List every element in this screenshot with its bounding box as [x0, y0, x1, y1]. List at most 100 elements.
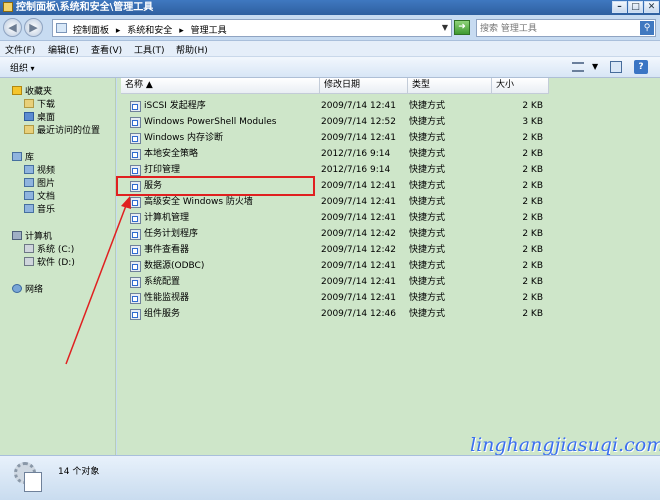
file-row[interactable]: 性能监视器 2009/7/14 12:41 快捷方式 2 KB	[117, 290, 660, 306]
file-row[interactable]: 系统配置 2009/7/14 12:41 快捷方式 2 KB	[117, 274, 660, 290]
refresh-button[interactable]: ➜	[454, 20, 470, 35]
file-type: 快捷方式	[409, 213, 446, 223]
nav-label: 桌面	[37, 113, 56, 123]
column-header-date[interactable]: 修改日期	[320, 78, 408, 94]
file-row[interactable]: 本地安全策略 2012/7/16 9:14 快捷方式 2 KB	[117, 146, 660, 162]
forward-button[interactable]: ▶	[24, 18, 43, 37]
nav-music[interactable]: 音乐	[24, 204, 55, 216]
file-size: 2 KB	[522, 197, 543, 207]
nav-documents[interactable]: 文档	[24, 191, 55, 203]
document-icon	[24, 472, 42, 492]
file-row[interactable]: 高级安全 Windows 防火墙 2009/7/14 12:41 快捷方式 2 KB	[117, 194, 660, 210]
file-date: 2009/7/14 12:41	[321, 197, 396, 207]
file-date: 2009/7/14 12:41	[321, 277, 396, 287]
address-row: ◀ ▶ 控制面板 ▸ 系统和安全 ▸ 管理工具 ▼ ➜ ⚲	[0, 15, 660, 41]
address-bar[interactable]: 控制面板 ▸ 系统和安全 ▸ 管理工具 ▼	[52, 19, 452, 37]
nav-label: 软件 (D:)	[37, 258, 75, 268]
file-type: 快捷方式	[409, 165, 446, 175]
file-row[interactable]: 组件服务 2009/7/14 12:46 快捷方式 2 KB	[117, 306, 660, 322]
file-type: 快捷方式	[409, 309, 446, 319]
nav-label: 音乐	[37, 205, 56, 215]
views-icon[interactable]	[572, 62, 584, 72]
nav-favorites[interactable]: 收藏夹	[12, 86, 52, 98]
file-row[interactable]: 数据源(ODBC) 2009/7/14 12:41 快捷方式 2 KB	[117, 258, 660, 274]
file-row[interactable]: Windows PowerShell Modules 2009/7/14 12:5…	[117, 114, 660, 130]
chevron-down-icon[interactable]: ▼	[592, 62, 598, 71]
file-name: 事件查看器	[144, 245, 190, 255]
back-button[interactable]: ◀	[3, 18, 22, 37]
file-row[interactable]: 事件查看器 2009/7/14 12:42 快捷方式 2 KB	[117, 242, 660, 258]
drive-icon	[24, 244, 34, 253]
help-icon[interactable]: ?	[634, 60, 648, 74]
breadcrumb-separator[interactable]: ▸	[116, 26, 121, 36]
menu-edit[interactable]: 编辑(E)	[48, 43, 79, 56]
nav-label: 收藏夹	[25, 87, 53, 97]
preview-pane-icon[interactable]	[610, 61, 622, 73]
file-row[interactable]: 计算机管理 2009/7/14 12:41 快捷方式 2 KB	[117, 210, 660, 226]
breadcrumb-system-security[interactable]: 系统和安全	[127, 26, 172, 36]
nav-network[interactable]: 网络	[12, 284, 43, 296]
menu-view[interactable]: 查看(V)	[91, 43, 122, 56]
file-date: 2009/7/14 12:41	[321, 293, 396, 303]
library-icon	[12, 152, 22, 161]
video-icon	[24, 165, 34, 174]
nav-pictures[interactable]: 图片	[24, 178, 55, 190]
search-input[interactable]	[480, 22, 630, 35]
file-size: 2 KB	[522, 229, 543, 239]
computer-icon	[12, 231, 22, 240]
item-count: 14 个对象	[58, 467, 100, 477]
folder-icon	[3, 2, 13, 12]
file-size: 3 KB	[522, 117, 543, 127]
search-box[interactable]: ⚲	[476, 19, 656, 37]
nav-label: 最近访问的位置	[37, 126, 101, 136]
file-row[interactable]: Windows 内存诊断 2009/7/14 12:41 快捷方式 2 KB	[117, 130, 660, 146]
file-name: 组件服务	[144, 309, 181, 319]
file-row[interactable]: iSCSI 发起程序 2009/7/14 12:41 快捷方式 2 KB	[117, 98, 660, 114]
nav-computer[interactable]: 计算机	[12, 231, 52, 243]
file-type: 快捷方式	[409, 261, 446, 271]
breadcrumb-control-panel[interactable]: 控制面板	[73, 26, 109, 36]
file-type: 快捷方式	[409, 181, 446, 191]
music-icon	[24, 204, 34, 213]
shortcut-icon	[130, 101, 141, 112]
minimize-button[interactable]: –	[612, 1, 627, 13]
nav-recent[interactable]: 最近访问的位置	[24, 125, 100, 137]
details-pane: 14 个对象	[0, 455, 660, 500]
file-size: 2 KB	[522, 309, 543, 319]
chevron-down-icon[interactable]: ▼	[442, 23, 448, 32]
file-type: 快捷方式	[409, 197, 446, 207]
nav-drive-d[interactable]: 软件 (D:)	[24, 257, 75, 269]
file-name: 高级安全 Windows 防火墙	[144, 197, 253, 207]
close-button[interactable]: ✕	[644, 1, 659, 13]
file-date: 2009/7/14 12:41	[321, 101, 396, 111]
file-date: 2009/7/14 12:42	[321, 245, 396, 255]
shortcut-icon	[130, 309, 141, 320]
breadcrumb-separator[interactable]: ▸	[179, 26, 184, 36]
nav-label: 系统 (C:)	[37, 245, 75, 255]
file-date: 2009/7/14 12:42	[321, 229, 396, 239]
breadcrumb-admin-tools[interactable]: 管理工具	[191, 26, 227, 36]
column-header-type[interactable]: 类型	[408, 78, 492, 94]
nav-videos[interactable]: 视频	[24, 165, 55, 177]
file-row[interactable]: 任务计划程序 2009/7/14 12:42 快捷方式 2 KB	[117, 226, 660, 242]
menu-tools[interactable]: 工具(T)	[134, 43, 165, 56]
nav-drive-c[interactable]: 系统 (C:)	[24, 244, 74, 256]
nav-libraries[interactable]: 库	[12, 152, 34, 164]
nav-label: 图片	[37, 179, 56, 189]
nav-downloads[interactable]: 下载	[24, 99, 55, 111]
annotation-highlight-box	[116, 176, 315, 196]
maximize-button[interactable]: □	[628, 1, 643, 13]
nav-desktop[interactable]: 桌面	[24, 112, 55, 124]
menu-help[interactable]: 帮助(H)	[176, 43, 208, 56]
column-header-name[interactable]: 名称 ▲	[121, 78, 320, 94]
shortcut-icon	[130, 261, 141, 272]
picture-icon	[24, 178, 34, 187]
document-icon	[24, 191, 34, 200]
menu-file[interactable]: 文件(F)	[5, 43, 35, 56]
column-header-size[interactable]: 大小	[492, 78, 549, 94]
file-name: Windows PowerShell Modules	[144, 117, 277, 127]
file-date: 2009/7/14 12:41	[321, 133, 396, 143]
file-size: 2 KB	[522, 165, 543, 175]
organize-button[interactable]: 组织	[10, 61, 35, 74]
search-icon[interactable]: ⚲	[640, 21, 654, 35]
